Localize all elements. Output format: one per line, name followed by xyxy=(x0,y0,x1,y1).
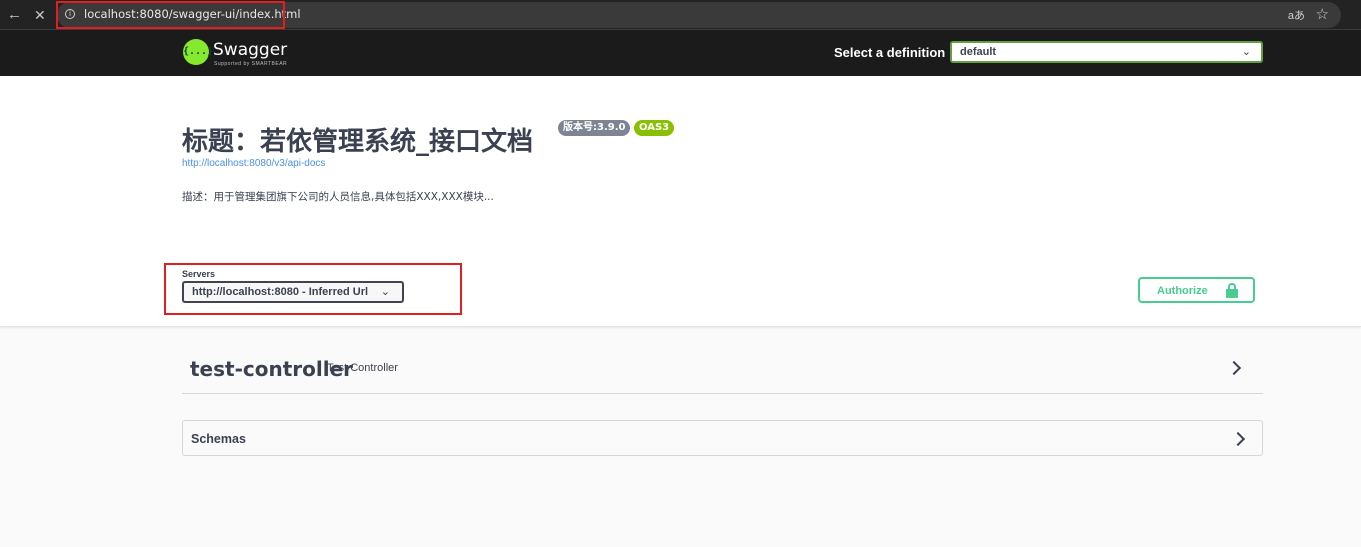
favorite-star-icon[interactable]: ☆ xyxy=(1316,5,1329,23)
servers-section: Servers http://localhost:8080 - Inferred… xyxy=(0,240,1361,327)
servers-highlight-box xyxy=(164,263,462,315)
api-docs-link[interactable]: http://localhost:8080/v3/api-docs xyxy=(182,158,325,169)
definition-select[interactable]: default ⌄ xyxy=(950,41,1263,63)
swagger-topbar: {...} Swagger Supported by SMARTBEAR Sel… xyxy=(0,30,1361,76)
tag-description: Test Controller xyxy=(327,362,398,374)
chevron-right-icon[interactable] xyxy=(1226,360,1242,376)
swagger-logo-icon[interactable]: {...} xyxy=(183,39,213,65)
swagger-logo-text[interactable]: Swagger xyxy=(213,40,287,60)
authorize-button-label: Authorize xyxy=(1157,285,1208,297)
definition-select-value: default xyxy=(960,46,997,58)
tag-section-test-controller[interactable]: test-controller Test Controller xyxy=(182,342,1263,394)
back-arrow-icon[interactable]: ← xyxy=(7,6,22,24)
chevron-down-icon: ⌄ xyxy=(1241,46,1251,58)
read-aloud-icon[interactable]: aあ xyxy=(1288,7,1305,23)
schemas-section[interactable]: Schemas xyxy=(182,420,1263,456)
browser-toolbar: ← ✕ i localhost:8080/swagger-ui/index.ht… xyxy=(0,0,1361,30)
page-title: 标题：若依管理系统_接口文档 xyxy=(182,127,534,157)
chevron-right-icon[interactable] xyxy=(1230,431,1246,447)
version-badge: 版本号:3.9.0 xyxy=(558,120,631,136)
smartbear-tagline: Supported by SMARTBEAR xyxy=(214,61,288,67)
api-description: 描述：用于管理集团旗下公司的人员信息,具体包括XXX,XXX模块... xyxy=(182,191,494,203)
authorize-button[interactable]: Authorize xyxy=(1138,277,1255,303)
definition-label: Select a definition xyxy=(834,45,946,60)
url-highlight-box xyxy=(56,1,285,29)
schemas-label: Schemas xyxy=(191,432,246,446)
stop-icon[interactable]: ✕ xyxy=(34,6,46,24)
oas-badge: OAS3 xyxy=(634,120,675,136)
api-info: 标题：若依管理系统_接口文档 版本号:3.9.0 OAS3 http://loc… xyxy=(0,76,1361,240)
lock-icon xyxy=(1226,283,1238,298)
